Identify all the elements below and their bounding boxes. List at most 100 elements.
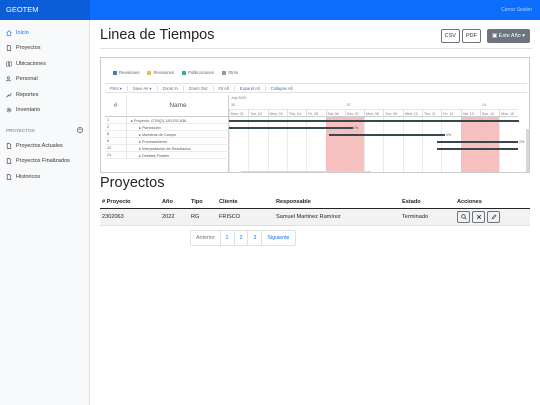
timeline-week: 30 [231, 103, 235, 107]
brand-logo[interactable]: GEOTEM [0, 0, 90, 20]
gantt-bar[interactable] [229, 126, 353, 129]
edit-button[interactable] [487, 210, 500, 223]
timeline-day: Sun, 14 [479, 109, 500, 117]
gantt-toolbar-item[interactable]: Fit All [214, 85, 235, 91]
gantt-bar[interactable] [329, 133, 446, 136]
gantt-row-number: 6 [105, 130, 127, 138]
pencil-icon [491, 214, 497, 220]
cell-responsable: Samuel Martinez Ramírez [274, 208, 400, 226]
divider [100, 48, 532, 49]
csv-button[interactable]: CSV [440, 29, 460, 43]
search-icon [460, 214, 467, 220]
view-button[interactable] [457, 210, 470, 223]
pagination-prev[interactable]: Anterior [191, 231, 221, 245]
sidebar-item-inventario[interactable]: Inventario [0, 103, 89, 119]
sidebar-item-historicos[interactable]: Historicos [0, 169, 89, 185]
gantt-bar[interactable] [229, 119, 519, 122]
delete-button[interactable] [472, 210, 485, 223]
timeline-gridline [229, 117, 230, 172]
gantt-row-name: ▸ Procesamiento [127, 139, 167, 144]
map-icon [6, 61, 12, 67]
timeline-day: Thu, 04 [286, 109, 307, 117]
page-title: Linea de Tiempos [100, 27, 215, 43]
gantt-toolbar-item[interactable]: Print ▾ [105, 85, 128, 91]
range-label: Este Año [498, 33, 521, 39]
sidebar-item-proyectos-actuales[interactable]: Proyectos Actuales [0, 138, 89, 154]
pdf-button[interactable]: PDF [461, 29, 481, 43]
timeline-day: Mon, 08 [364, 109, 384, 117]
gantt-toolbar-item[interactable]: Collapse All [266, 86, 298, 91]
projects-title: Proyectos [100, 175, 165, 191]
timeline-day: Sat, 06 [325, 109, 345, 117]
timeline-gridline [422, 117, 423, 172]
gantt-task-name: Detalles Finales [141, 153, 169, 158]
horizontal-scrollbar[interactable] [241, 171, 371, 172]
sidebar-item-proyectos-finalizados[interactable]: Proyectos Finalizados [0, 154, 89, 170]
gantt-bar[interactable] [437, 147, 519, 150]
sidebar-item-label: Proyectos [16, 45, 41, 52]
gantt-row-name: ▸ Planeación [127, 125, 161, 130]
projects-table: # Proyecto Año Tipo Cliente Responsable … [100, 196, 530, 226]
sidebar-item-personal[interactable]: Personal [0, 72, 89, 88]
legend-label: Revisiones [153, 70, 174, 75]
pagination-page-2[interactable]: 2 [235, 231, 249, 245]
cell-acciones [455, 208, 530, 226]
file-icon [6, 45, 12, 51]
timeline-day: Wed, 10 [402, 109, 422, 117]
legend-label: Otros [227, 70, 239, 75]
pagination-page-1[interactable]: 1 [221, 231, 235, 245]
table-header: Tipo [189, 196, 217, 209]
top-navbar: GEOTEM Cerrar Sesión [0, 0, 540, 20]
timeline-gridline [441, 117, 443, 172]
table-row[interactable]: 2302063 2022 RG FRISCO Samuel Martinez R… [100, 208, 530, 226]
legend-item: Revisiones [113, 70, 139, 75]
calendar-icon: ▣ [491, 33, 499, 39]
vertical-scrollbar[interactable] [526, 129, 529, 172]
legend-item: Otros [221, 70, 239, 75]
gantt-row-name: ▸ Proyecto: GTM(2)-183-RG-836 [127, 118, 186, 123]
table-header: # Proyecto [100, 196, 160, 209]
sidebar-item-ubicaciones[interactable]: Ubicaciones [0, 56, 89, 72]
sidebar-item-proyectos[interactable]: Proyectos [0, 41, 89, 57]
sidebar-item-label: Proyectos Finalizados [16, 158, 70, 165]
logout-link[interactable]: Cerrar Sesión [501, 0, 532, 20]
gantt-task-list: # Name 1 ▸ Proyecto: GTM(2)-183-RG-836 2 ▸ … [105, 95, 229, 172]
range-dropdown[interactable]: ▣ Este Año ▾ [486, 29, 530, 43]
gantt-row-number: 2 [105, 123, 127, 131]
sidebar-item-label: Inicio [16, 29, 29, 36]
table-header-row: # Proyecto Año Tipo Cliente Responsable … [100, 196, 530, 209]
gantt-row[interactable]: 21 ▸ Detalles Finales [105, 151, 229, 159]
weekend-highlight [460, 117, 480, 172]
sidebar-item-label: Inventario [16, 107, 41, 114]
gantt-toolbar-item[interactable]: Save As ▾ [128, 85, 158, 91]
timeline-gridline [383, 117, 385, 172]
timeline-day: Fri, 12 [441, 109, 461, 117]
gantt-row-name: ▸ Muestras de Campo [127, 132, 176, 137]
pagination-next[interactable]: Siguiente [262, 231, 294, 245]
legend-swatch [221, 70, 226, 75]
gantt-toolbar-item[interactable]: Expand All [235, 85, 266, 91]
file-icon [6, 158, 12, 164]
sidebar-project-nav: Proyectos Actuales Proyectos Finalizados… [0, 136, 89, 185]
add-circle-icon[interactable]: + [77, 127, 83, 133]
sidebar-item-reportes[interactable]: Reportes [0, 87, 89, 103]
file-icon [6, 174, 12, 180]
legend-swatch [113, 70, 117, 75]
gantt-row-number: 12 [105, 144, 127, 152]
gantt-task-name: Procesamiento [141, 139, 168, 144]
timeline-day: Tue, 02 [248, 109, 268, 117]
col-num-header: # [105, 95, 127, 117]
timeline-week: 07 [346, 103, 351, 107]
gantt-bar[interactable] [437, 140, 519, 143]
timeline-week: 14 [481, 103, 486, 107]
pagination-page-3[interactable]: 3 [248, 231, 263, 245]
gantt-toolbar-item[interactable]: Zoom In [158, 85, 184, 91]
gantt-task-name: Interpretación de Resultados [141, 146, 191, 151]
cell-anio: 2022 [160, 208, 189, 226]
table-header: Responsable [274, 196, 400, 209]
timeline-gridline [267, 117, 269, 172]
gantt-task-name: Muestras de Campo [141, 132, 177, 137]
gantt-toolbar-item[interactable]: Zoom Out [184, 85, 214, 91]
gantt-task-name: Planeación [141, 125, 161, 130]
sidebar-item-inicio[interactable]: Inicio [0, 25, 89, 41]
